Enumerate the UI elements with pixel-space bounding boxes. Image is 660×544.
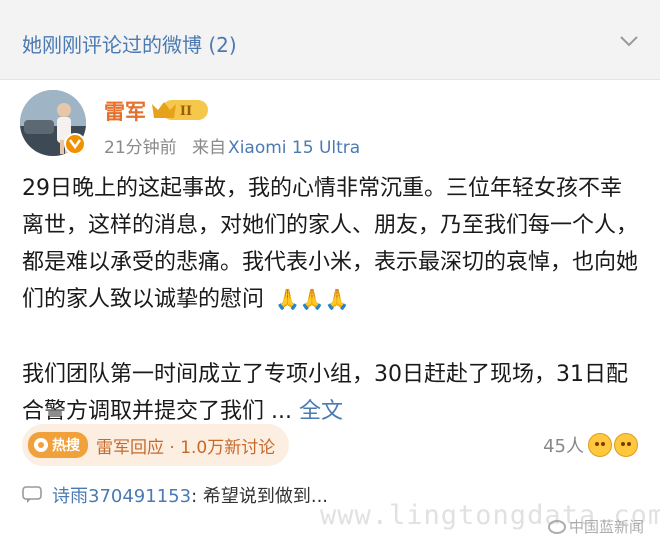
crown-level: II xyxy=(180,104,192,119)
hot-badge-label: 热搜 xyxy=(52,438,80,454)
laugh-emoji-icon xyxy=(588,433,612,457)
comments-header: 她刚刚评论过的微博 (2) xyxy=(0,0,660,80)
comment-preview[interactable]: 诗雨370491153: 希望说到做到... xyxy=(22,482,328,508)
post-paragraph-2: 我们团队第一时间成立了专项小组，30日赶赴了现场，31日配合警方调取并提交了我们… xyxy=(22,356,642,430)
verified-badge-icon xyxy=(64,133,86,155)
hot-topic-text: 雷军回应 · 1.0万新讨论 xyxy=(96,437,276,458)
grin-emoji-icon xyxy=(614,433,638,457)
pray-icon: 🙏🙏🙏 xyxy=(275,287,350,311)
author-name[interactable]: 雷军 xyxy=(104,96,146,126)
hot-topic-pill[interactable]: 热搜 雷军回应 · 1.0万新讨论 xyxy=(22,424,290,466)
chevron-down-icon[interactable] xyxy=(618,30,640,52)
source-watermark: 中国蓝新闻 xyxy=(548,516,644,537)
device-link[interactable]: Xiaomi 15 Ultra xyxy=(228,138,360,158)
comment-text: : 希望说到做到... xyxy=(191,486,329,507)
source-watermark-text: 中国蓝新闻 xyxy=(569,518,645,536)
reactions[interactable]: 45人 xyxy=(543,432,638,458)
hot-search-icon xyxy=(34,438,48,452)
weibo-logo-icon xyxy=(548,519,566,534)
post-time: 21分钟前 xyxy=(104,138,177,158)
header-title: 她刚刚评论过的微博 (2) xyxy=(22,33,237,57)
post-meta: 21分钟前 来自 Xiaomi 15 Ultra xyxy=(104,133,360,158)
post-paragraph-1: 29日晚上的这起事故，我的心情非常沉重。三位年轻女孩不幸离世，这样的消息，对她们… xyxy=(22,170,642,318)
comment-username[interactable]: 诗雨370491153 xyxy=(52,482,191,508)
comment-icon xyxy=(22,486,42,503)
weibo-post-card[interactable]: 雷军 II 21分钟前 来自 Xiaomi 15 Ultra 29日晚上的这起事故… xyxy=(0,80,660,544)
source-prefix: 来自 xyxy=(192,138,227,158)
hot-search-badge: 热搜 xyxy=(28,432,88,458)
reaction-count: 45人 xyxy=(543,436,584,457)
crown-badge-icon: II xyxy=(152,100,208,120)
full-text-link[interactable]: 全文 xyxy=(299,399,343,424)
